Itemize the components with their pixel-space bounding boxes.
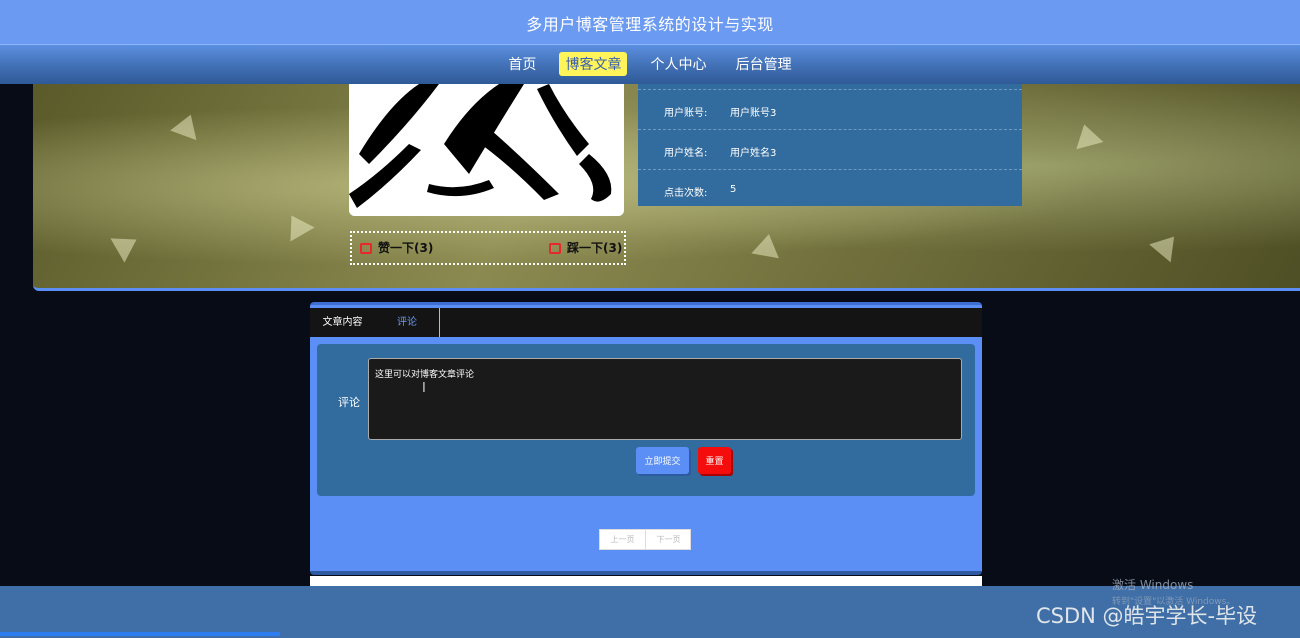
comment-label: 评论 — [338, 396, 360, 409]
csdn-watermark: CSDN @皓宇学长-毕设 — [1036, 604, 1258, 628]
prev-page-button[interactable]: 上一页 — [600, 530, 646, 549]
calligraphy-image — [349, 84, 624, 216]
vote-box: 赞一下(3) 踩一下(3) — [350, 231, 626, 265]
tab-comments[interactable]: 评论 — [375, 308, 440, 337]
comment-form: 评论 这里可以对博客文章评论 立即提交 重置 — [317, 344, 975, 496]
article-detail-card: 文章内容 评论 评论 这里可以对博客文章评论 立即提交 重置 上一页 下一页 — [310, 302, 982, 575]
like-label: 赞一下(3) — [378, 241, 434, 255]
info-value: 用户账号3 — [730, 108, 777, 119]
thumbs-up-icon — [360, 243, 372, 254]
info-row-clicks: 点击次数: 5 — [638, 170, 1022, 209]
nav-item-admin[interactable]: 后台管理 — [730, 52, 798, 76]
windows-activate-watermark: 激活 Windows — [1112, 578, 1194, 592]
reset-button[interactable]: 重置 — [698, 447, 731, 474]
comment-textarea[interactable]: 这里可以对博客文章评论 — [368, 358, 962, 440]
main-nav: 首页 博客文章 个人中心 后台管理 — [0, 44, 1300, 84]
info-key: 点击次数: — [664, 188, 708, 199]
submit-button[interactable]: 立即提交 — [636, 447, 689, 474]
nav-item-personal-center[interactable]: 个人中心 — [645, 52, 713, 76]
nav-item-blog-articles[interactable]: 博客文章 — [559, 52, 628, 76]
tab-bar: 文章内容 评论 — [310, 308, 982, 337]
dislike-button[interactable]: 踩一下(3) — [549, 239, 622, 256]
like-button[interactable]: 赞一下(3) — [360, 239, 433, 256]
decor-shard — [170, 109, 204, 141]
info-value: 用户姓名3 — [730, 148, 777, 159]
site-title: 多用户博客管理系统的设计与实现 — [526, 15, 774, 34]
info-key: 用户姓名: — [664, 148, 708, 159]
decor-shard — [110, 227, 144, 263]
decor-shard — [1070, 120, 1104, 150]
decor-shard — [1149, 227, 1185, 263]
footer-progress-line — [0, 632, 280, 636]
article-info-panel: 用户账号: 用户账号3 用户姓名: 用户姓名3 点击次数: 5 — [638, 84, 1022, 206]
article-cover-image — [349, 84, 624, 216]
next-page-button[interactable]: 下一页 — [646, 530, 691, 549]
decor-shard — [279, 208, 315, 242]
text-cursor-icon: I — [422, 381, 426, 396]
content-bottom-strip — [310, 576, 982, 586]
site-header: 多用户博客管理系统的设计与实现 — [0, 0, 1300, 44]
pagination: 上一页 下一页 — [599, 529, 691, 550]
decor-shard — [751, 231, 783, 259]
info-row-account: 用户账号: 用户账号3 — [638, 90, 1022, 130]
info-row-name: 用户姓名: 用户姓名3 — [638, 130, 1022, 170]
dislike-label: 踩一下(3) — [567, 241, 623, 255]
tab-article-content[interactable]: 文章内容 — [310, 308, 376, 337]
info-value: 5 — [730, 184, 737, 195]
thumbs-down-icon — [549, 243, 561, 254]
info-key: 用户账号: — [664, 108, 708, 119]
nav-item-home[interactable]: 首页 — [502, 52, 542, 76]
